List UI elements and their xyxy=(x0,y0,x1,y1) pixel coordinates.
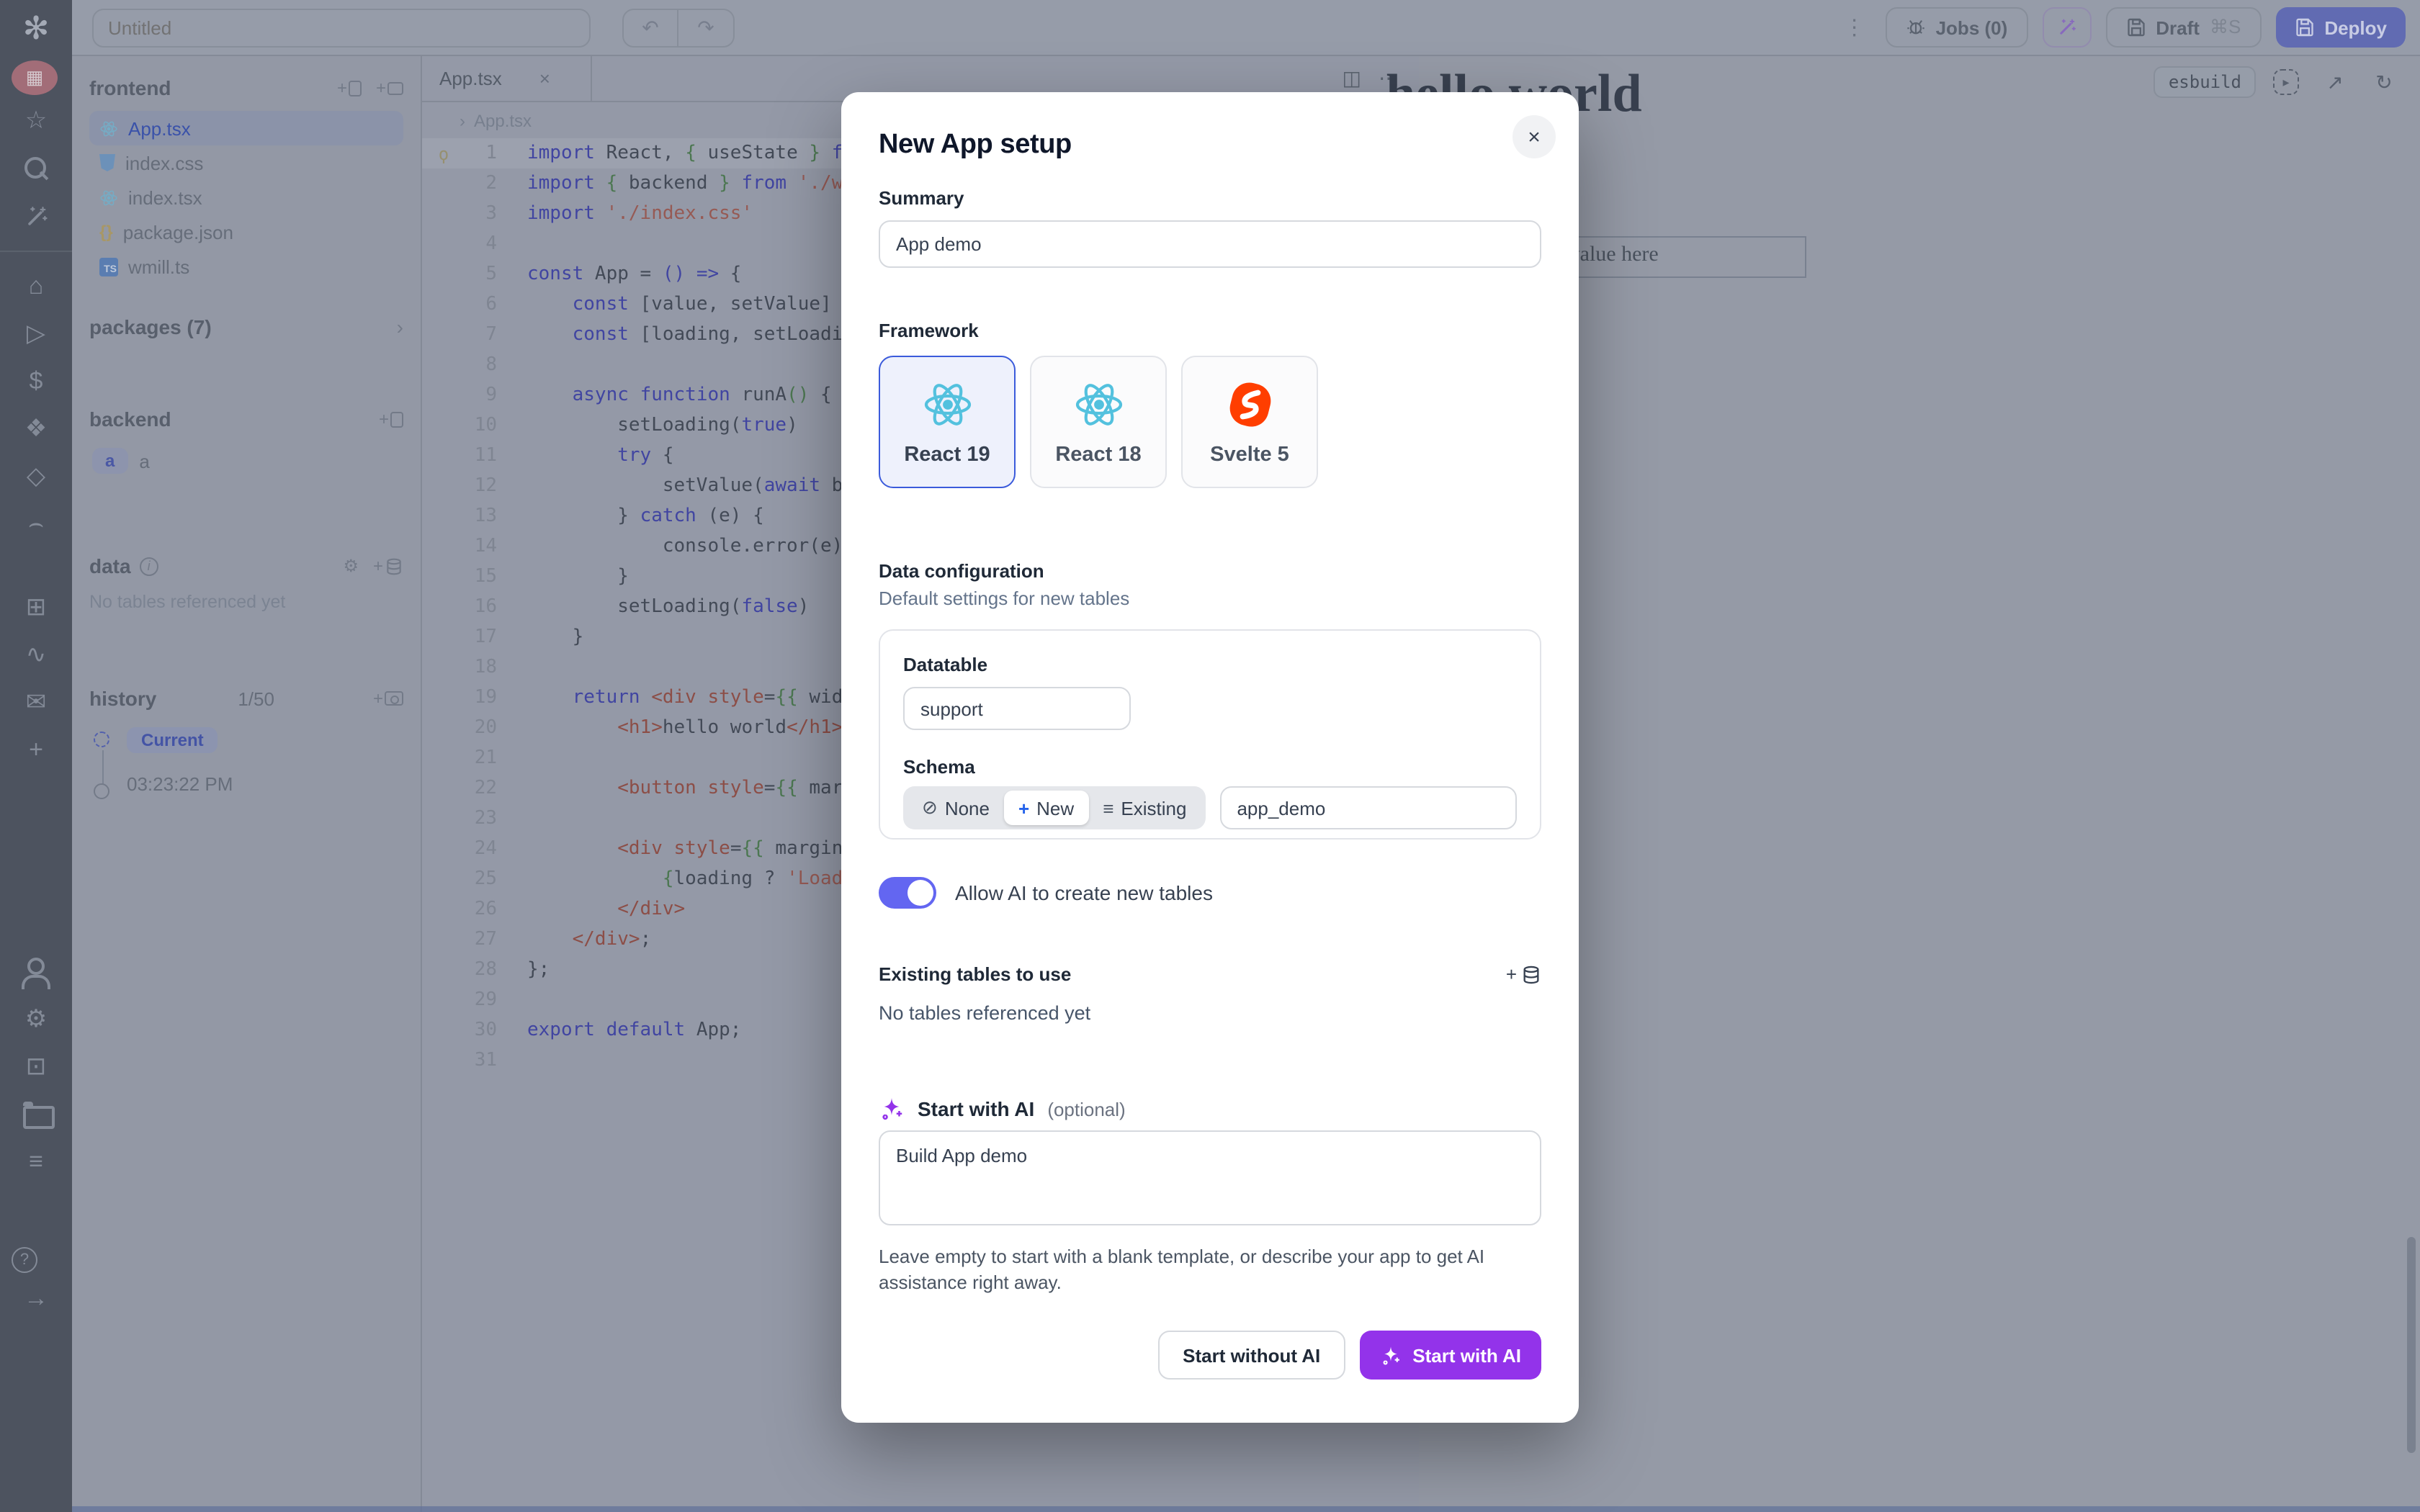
framework-card-react-19[interactable]: React 19 xyxy=(879,356,1016,488)
start-with-ai-button[interactable]: Start with AI xyxy=(1359,1331,1541,1380)
ai-sparkle-icon xyxy=(1379,1344,1401,1366)
schema-segmented-control: ⊘None+New≡Existing xyxy=(903,786,1205,829)
svelte-icon xyxy=(1224,378,1276,430)
schema-option-new[interactable]: +New xyxy=(1004,791,1088,825)
react-icon xyxy=(1072,378,1124,430)
react-icon xyxy=(921,378,973,430)
summary-label: Summary xyxy=(879,187,1541,209)
database-icon xyxy=(1521,964,1541,984)
schema-label: Schema xyxy=(903,756,1517,778)
schema-name-input[interactable] xyxy=(1219,786,1517,829)
ai-help-text: Leave empty to start with a blank templa… xyxy=(879,1244,1512,1296)
existing-tables-empty: No tables referenced yet xyxy=(879,1002,1541,1024)
datatable-label: Datatable xyxy=(903,654,1517,675)
datatable-input[interactable] xyxy=(903,687,1131,730)
new-app-setup-modal: × New App setup Summary Framework React … xyxy=(841,92,1579,1423)
existing-tables-title: Existing tables to use xyxy=(879,963,1071,985)
framework-card-react-18[interactable]: React 18 xyxy=(1030,356,1167,488)
new-icon: + xyxy=(1018,797,1029,819)
allow-ai-toggle[interactable] xyxy=(879,877,936,909)
ai-prompt-textarea[interactable]: Build App demo xyxy=(879,1130,1541,1225)
ai-sparkle-icon xyxy=(879,1096,905,1122)
allow-ai-label: Allow AI to create new tables xyxy=(955,881,1213,904)
framework-card-svelte-5[interactable]: Svelte 5 xyxy=(1181,356,1318,488)
none-icon: ⊘ xyxy=(922,796,938,819)
start-without-ai-button[interactable]: Start without AI xyxy=(1158,1331,1345,1380)
app-window: ✻ ▦☆ ⌂▷$❖◇⌢ ⊞∿✉+ ⚙⊡≡ ?→ ↶ ↷ ⋮ Jobs (0) xyxy=(0,0,2420,1512)
close-modal-button[interactable]: × xyxy=(1512,115,1556,158)
schema-option-existing[interactable]: ≡Existing xyxy=(1088,791,1201,825)
summary-input[interactable] xyxy=(879,220,1541,268)
data-config-title: Data configuration xyxy=(879,560,1541,582)
existing-icon: ≡ xyxy=(1103,797,1113,819)
schema-option-none[interactable]: ⊘None xyxy=(908,791,1004,825)
framework-label: Framework xyxy=(879,320,1541,341)
start-with-ai-title: Start with AI xyxy=(918,1097,1034,1120)
modal-title: New App setup xyxy=(879,130,1541,161)
add-existing-table-button[interactable]: + xyxy=(1506,963,1541,985)
data-config-card: Datatable Schema ⊘None+New≡Existing xyxy=(879,629,1541,840)
optional-hint: (optional) xyxy=(1047,1098,1125,1120)
data-config-subtitle: Default settings for new tables xyxy=(879,588,1541,609)
